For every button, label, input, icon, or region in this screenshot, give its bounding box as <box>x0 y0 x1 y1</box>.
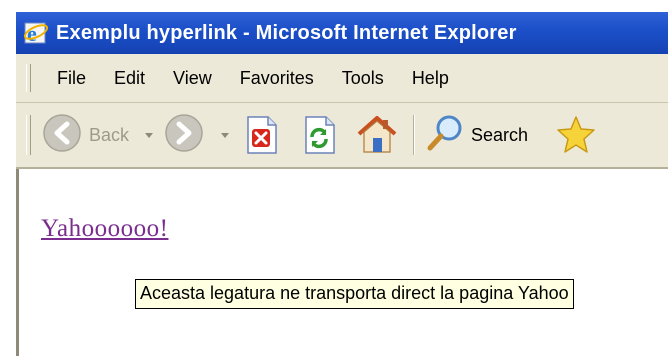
title-bar[interactable]: e Exemplu hyperlink - Microsoft Internet… <box>16 12 668 54</box>
browser-window: e Exemplu hyperlink - Microsoft Internet… <box>16 0 668 356</box>
home-button[interactable] <box>355 113 399 157</box>
back-arrow-icon <box>41 112 83 159</box>
yahoo-hyperlink[interactable]: Yahoooooo! <box>41 215 168 243</box>
back-label: Back <box>89 124 130 145</box>
menu-tools[interactable]: Tools <box>328 68 398 89</box>
menu-grip[interactable] <box>26 64 31 92</box>
forward-dropdown-icon[interactable] <box>221 132 230 138</box>
menu-help[interactable]: Help <box>398 68 463 89</box>
back-button[interactable]: Back <box>41 112 129 159</box>
forward-arrow-icon <box>163 112 205 159</box>
toolbar-grip[interactable] <box>26 115 31 155</box>
favorites-button[interactable] <box>554 113 598 157</box>
stop-icon <box>247 116 277 154</box>
search-label: Search <box>471 124 529 145</box>
menu-edit[interactable]: Edit <box>100 68 159 89</box>
svg-text:e: e <box>27 21 37 46</box>
ie-icon: e <box>22 19 50 47</box>
refresh-icon <box>305 116 335 154</box>
favorites-star-icon <box>557 116 595 153</box>
search-icon <box>425 112 467 159</box>
toolbar-separator <box>413 115 416 155</box>
link-tooltip: Aceasta legatura ne transporta direct la… <box>135 279 574 309</box>
page-content: Yahoooooo! Aceasta legatura ne transport… <box>16 169 668 356</box>
menu-file[interactable]: File <box>43 68 100 89</box>
stop-button[interactable] <box>239 113 283 157</box>
menu-favorites[interactable]: Favorites <box>226 68 328 89</box>
menu-view[interactable]: View <box>159 68 226 89</box>
search-button[interactable]: Search <box>425 112 546 159</box>
back-dropdown-icon[interactable] <box>145 132 154 138</box>
forward-button[interactable] <box>163 112 205 159</box>
home-icon <box>357 116 397 153</box>
standard-toolbar: Back Search <box>16 103 668 169</box>
refresh-button[interactable] <box>297 113 341 157</box>
menu-bar: File Edit View Favorites Tools Help <box>16 54 668 103</box>
window-title: Exemplu hyperlink - Microsoft Internet E… <box>56 21 517 44</box>
